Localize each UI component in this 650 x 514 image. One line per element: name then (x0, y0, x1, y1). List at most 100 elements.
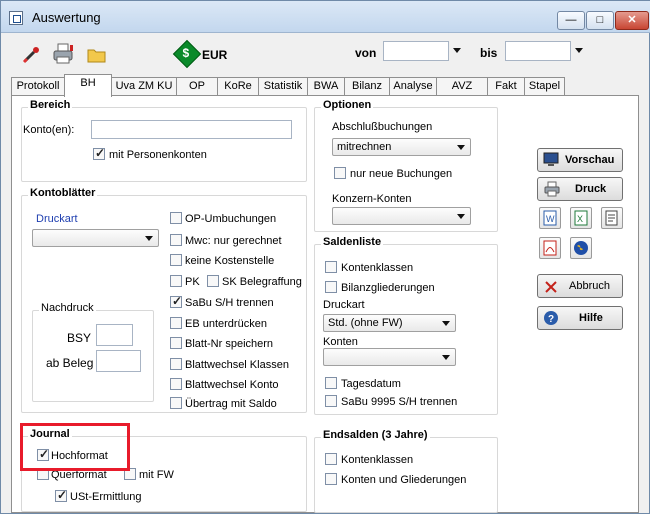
excel-export-button[interactable]: X (570, 207, 592, 229)
konten-select[interactable] (323, 348, 456, 366)
sabu9995-checkbox[interactable] (325, 395, 337, 407)
sk-beleg-checkbox[interactable] (207, 275, 219, 287)
bis-label: bis (480, 46, 498, 60)
svg-text:X: X (577, 214, 583, 224)
monitor-icon (543, 152, 559, 166)
nur-neue-checkbox[interactable] (334, 167, 346, 179)
chevron-down-icon (442, 355, 450, 360)
bw-konto-checkbox[interactable] (170, 378, 182, 390)
optionen-title: Optionen (321, 99, 374, 111)
tab-uva-zm-ku[interactable]: Uva ZM KU (111, 77, 177, 96)
bw-klassen-checkbox[interactable] (170, 358, 182, 370)
konten-gl-checkbox[interactable] (325, 473, 337, 485)
druckart-select[interactable] (32, 229, 159, 247)
vorschau-button[interactable]: Vorschau (537, 148, 623, 172)
endsalden-kontenklassen-label: Kontenklassen (341, 454, 414, 466)
globe-button[interactable] (570, 237, 592, 259)
konto-label: Konto(en): (23, 124, 75, 136)
tab-protokoll[interactable]: Protokoll (11, 77, 65, 96)
excel-icon: X (574, 210, 588, 226)
minimize-button[interactable]: — (557, 11, 585, 30)
sabu-checkbox[interactable] (170, 294, 182, 308)
tab-op[interactable]: OP (176, 77, 218, 96)
bsy-input[interactable] (96, 324, 133, 346)
kontoblaetter-title: Kontoblätter (28, 187, 98, 199)
title-bar: Auswertung — □ ✕ (1, 1, 650, 33)
tab-stapel[interactable]: Stapel (524, 77, 565, 96)
druck-button[interactable]: Druck (537, 177, 623, 201)
ust-checkbox[interactable] (55, 488, 67, 502)
tab-fakt[interactable]: Fakt (487, 77, 525, 96)
hilfe-button[interactable]: ? Hilfe (537, 306, 623, 330)
blatt-nr-label: Blatt-Nr speichern (185, 338, 274, 350)
eb-checkbox[interactable] (170, 317, 182, 329)
text-export-button[interactable] (601, 207, 623, 229)
tab-avz[interactable]: AVZ (436, 77, 488, 96)
saldenliste-title: Saldenliste (321, 236, 384, 248)
tab-bwa[interactable]: BWA (307, 77, 345, 96)
mit-fw-label: mit FW (139, 469, 174, 481)
endsalden-group: Endsalden (3 Jahre) Kontenklassen Konten… (314, 429, 498, 513)
abschluss-select[interactable]: mitrechnen (332, 138, 471, 156)
toolbar: $ EUR von bis (2, 34, 648, 74)
mwc-checkbox[interactable] (170, 234, 182, 246)
nachdruck-group: Nachdruck BSY ab Beleg (32, 302, 154, 402)
kontenklassen-checkbox[interactable] (325, 261, 337, 273)
document-icon (605, 210, 618, 226)
tab-bh[interactable]: BH (64, 74, 112, 97)
abbruch-button[interactable]: Abbruch (537, 274, 623, 298)
tagesdatum-label: Tagesdatum (341, 378, 401, 390)
svg-text:?: ? (548, 314, 554, 325)
chevron-down-icon (457, 145, 465, 150)
optionen-group: Optionen Abschlußbuchungen mitrechnen nu… (314, 99, 498, 232)
keine-kst-label: keine Kostenstelle (185, 255, 275, 267)
pk-label: PK (185, 276, 200, 288)
app-icon (9, 11, 23, 25)
pdf-icon (543, 240, 557, 256)
endsalden-kontenklassen-checkbox[interactable] (325, 453, 337, 465)
tab-analyse[interactable]: Analyse (389, 77, 437, 96)
nachdruck-title: Nachdruck (39, 302, 96, 314)
blatt-nr-checkbox[interactable] (170, 337, 182, 349)
auswertung-window: Auswertung — □ ✕ $ EUR von bis Protokoll… (0, 0, 650, 514)
ust-label: USt-Ermittlung (70, 491, 142, 503)
svg-text:W: W (546, 214, 555, 224)
chevron-down-icon (457, 214, 465, 219)
konten-label: Konten (323, 336, 358, 348)
von-dropdown-icon[interactable] (453, 48, 461, 53)
bw-klassen-label: Blattwechsel Klassen (185, 359, 289, 371)
chevron-down-icon (442, 321, 450, 326)
bis-dropdown-icon[interactable] (575, 48, 583, 53)
von-label: von (355, 46, 377, 60)
pdf-export-button[interactable] (539, 237, 561, 259)
close-button[interactable]: ✕ (615, 11, 649, 30)
tab-statistik[interactable]: Statistik (258, 77, 308, 96)
sabu9995-label: SaBu 9995 S/H trennen (341, 396, 458, 408)
folder-icon[interactable] (87, 45, 107, 65)
window-title: Auswertung (32, 10, 101, 25)
op-umbuchungen-checkbox[interactable] (170, 212, 182, 224)
konzern-select[interactable] (332, 207, 471, 225)
bereich-title: Bereich (28, 99, 73, 111)
saldenliste-druckart-select[interactable]: Std. (ohne FW) (323, 314, 456, 332)
ab-beleg-label: ab Beleg (46, 356, 94, 370)
keine-kst-checkbox[interactable] (170, 254, 182, 266)
brush-icon[interactable] (22, 44, 42, 64)
pk-checkbox[interactable] (170, 275, 182, 287)
chevron-down-icon (145, 236, 153, 241)
nur-neue-label: nur neue Buchungen (350, 168, 453, 180)
tab-kore[interactable]: KoRe (217, 77, 259, 96)
printer-icon[interactable] (52, 42, 76, 66)
konto-input[interactable] (91, 120, 292, 139)
tab-bilanz[interactable]: Bilanz (344, 77, 390, 96)
tagesdatum-checkbox[interactable] (325, 377, 337, 389)
personenkonten-checkbox[interactable] (93, 146, 105, 160)
ab-beleg-input[interactable] (96, 350, 141, 372)
uebertrag-checkbox[interactable] (170, 397, 182, 409)
bilanzgl-checkbox[interactable] (325, 281, 337, 293)
maximize-button[interactable]: □ (586, 11, 614, 30)
word-export-button[interactable]: W (539, 207, 561, 229)
bilanzgl-label: Bilanzgliederungen (341, 282, 435, 294)
von-date-input[interactable] (383, 41, 449, 61)
bis-date-input[interactable] (505, 41, 571, 61)
